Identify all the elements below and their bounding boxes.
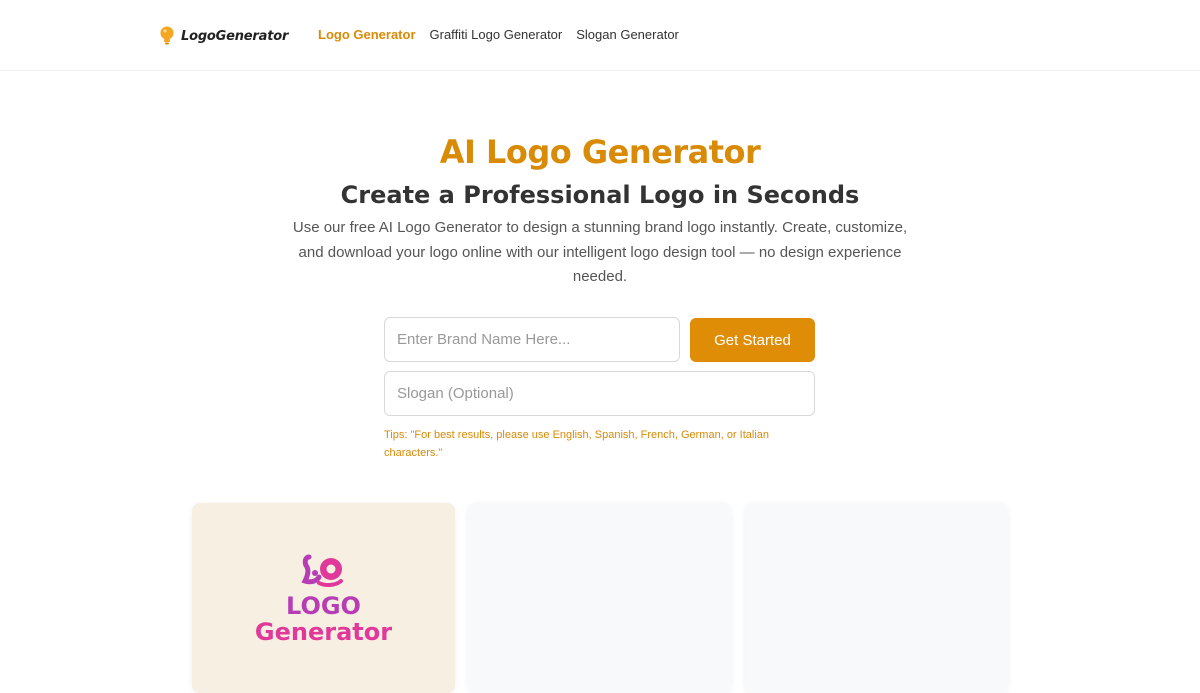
sample-logo: LOGO Generator	[192, 553, 455, 645]
sample-logo-card-placeholder[interactable]	[745, 503, 1008, 693]
brand-logo[interactable]: LogoGenerator	[159, 25, 288, 47]
get-started-button[interactable]: Get Started	[690, 318, 815, 362]
sample-logo-card-placeholder[interactable]	[468, 503, 731, 693]
page-title: AI Logo Generator	[439, 133, 761, 171]
brand-name-input[interactable]	[384, 317, 680, 362]
main-nav: Logo Generator Graffiti Logo Generator S…	[318, 27, 679, 42]
sample-logo-line2: Generator	[254, 618, 393, 646]
page-subtitle: Create a Professional Logo in Seconds	[340, 181, 860, 209]
page-description: Use our free AI Logo Generator to design…	[292, 219, 908, 285]
nav-logo-generator[interactable]: Logo Generator	[318, 27, 416, 42]
brand-name: LogoGenerator	[181, 28, 289, 44]
logo-mark-icon	[300, 554, 343, 588]
site-header: LogoGenerator Logo Generator Graffiti Lo…	[0, 0, 1200, 71]
sample-logo-line1: LOGO	[286, 592, 361, 620]
nav-slogan-generator[interactable]: Slogan Generator	[576, 27, 679, 42]
tips-text: Tips: "For best results, please use Engl…	[384, 429, 770, 459]
sample-logo-card[interactable]: LOGO Generator	[192, 503, 455, 693]
slogan-input[interactable]	[384, 371, 815, 416]
lightbulb-icon	[160, 26, 174, 45]
nav-graffiti-logo-generator[interactable]: Graffiti Logo Generator	[430, 27, 563, 42]
